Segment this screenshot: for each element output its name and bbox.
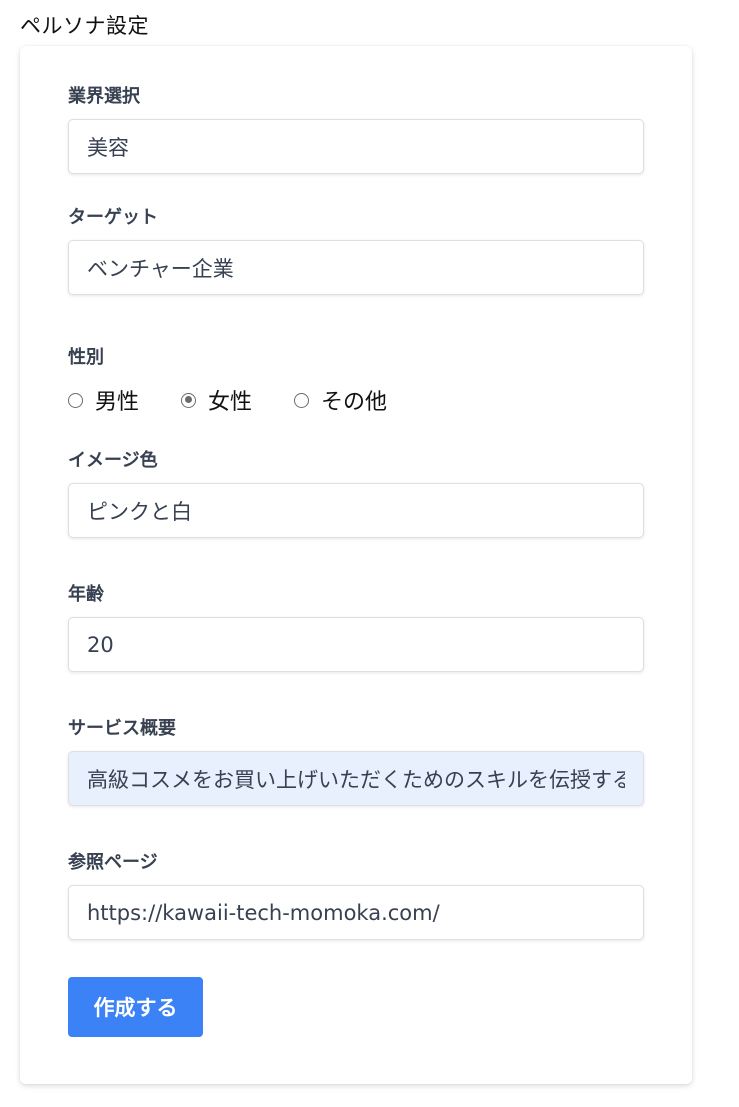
- gender-label: 性別: [68, 347, 104, 368]
- create-button[interactable]: 作成する: [68, 977, 203, 1037]
- target-label: ターゲット: [68, 207, 158, 228]
- persona-form-card: 業界選択 ターゲット 性別 男性 女性 その他 イメージ色 年齢 サービス概要 …: [20, 46, 692, 1084]
- page-title: ペルソナ設定: [20, 14, 149, 38]
- gender-option-male[interactable]: 男性: [68, 384, 139, 416]
- age-input[interactable]: [68, 617, 644, 672]
- target-input[interactable]: [68, 240, 644, 295]
- radio-other[interactable]: [294, 392, 310, 408]
- industry-input[interactable]: [68, 119, 644, 174]
- gender-radio-group: 男性 女性 その他: [68, 384, 429, 416]
- gender-option-label: その他: [321, 390, 388, 415]
- reference-page-input[interactable]: [68, 885, 644, 940]
- gender-option-label: 男性: [95, 390, 140, 415]
- age-label: 年齢: [68, 584, 104, 605]
- gender-option-other[interactable]: その他: [294, 384, 387, 416]
- image-color-input[interactable]: [68, 483, 644, 538]
- radio-female[interactable]: [181, 392, 197, 408]
- image-color-label: イメージ色: [68, 450, 158, 471]
- gender-option-female[interactable]: 女性: [181, 384, 252, 416]
- service-summary-label: サービス概要: [68, 718, 176, 739]
- radio-male[interactable]: [68, 392, 83, 408]
- gender-option-label: 女性: [208, 390, 253, 415]
- industry-label: 業界選択: [68, 86, 140, 107]
- reference-page-label: 参照ページ: [68, 852, 158, 873]
- service-summary-input[interactable]: [68, 751, 644, 806]
